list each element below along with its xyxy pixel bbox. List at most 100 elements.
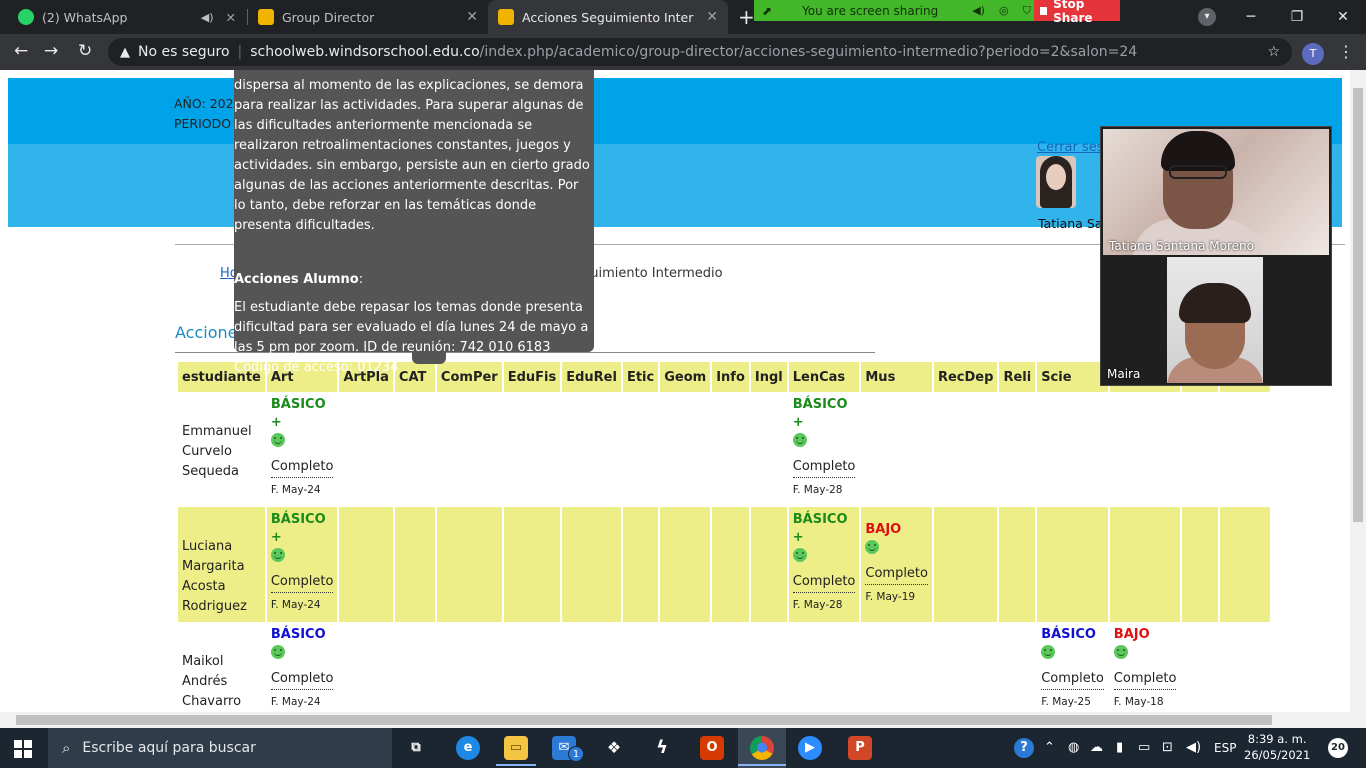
grade-cell: BÁSICO + Completo F. May-28: [788, 507, 860, 622]
smiley-face-icon[interactable]: [1113, 645, 1128, 659]
help-icon[interactable]: ?: [1014, 738, 1034, 758]
whatsapp-icon: [18, 9, 34, 25]
notification-center-icon[interactable]: 20: [1328, 738, 1348, 758]
powerpoint-icon[interactable]: P: [848, 736, 872, 760]
smiley-face-icon[interactable]: [792, 433, 807, 447]
settings-icon[interactable]: ◎: [999, 4, 1009, 17]
security-label[interactable]: No es seguro: [138, 44, 230, 60]
volume-icon[interactable]: ◀): [1186, 728, 1201, 768]
smiley-face-icon[interactable]: [865, 540, 880, 554]
bookmark-star-icon[interactable]: ☆: [1267, 44, 1280, 60]
grade-cell: [339, 392, 392, 507]
chrome-icon[interactable]: ●: [750, 736, 774, 760]
column-header: Ingl: [750, 362, 787, 392]
status-link[interactable]: Completo: [1041, 670, 1104, 690]
plus-indicator: +: [270, 415, 282, 430]
header-user-name: Tatiana Sa: [1038, 216, 1103, 231]
grade-cell: [437, 392, 502, 507]
status-link[interactable]: Completo: [270, 670, 334, 690]
reload-icon[interactable]: ↻: [78, 41, 92, 61]
zoom-icon[interactable]: ▶: [798, 736, 822, 760]
grade-cell: [1109, 507, 1181, 622]
speaker-icon[interactable]: ◀): [972, 4, 985, 17]
status-link[interactable]: Completo: [1113, 670, 1177, 690]
video-call-panel[interactable]: Tatiana Santana Moreno Maira: [1100, 126, 1332, 386]
grade-cell: [712, 392, 749, 507]
tab-acciones-seguimiento[interactable]: Acciones Seguimiento Intermedi ✕: [488, 0, 728, 34]
shield-icon: ⛉: [1022, 3, 1031, 17]
grade-cell: [437, 622, 502, 712]
performance-level: BAJO: [1113, 627, 1150, 642]
windows-start-icon[interactable]: [14, 740, 32, 758]
status-link[interactable]: Completo: [792, 458, 856, 478]
performance-level: BAJO: [865, 522, 902, 537]
grade-cell: [1220, 507, 1271, 622]
tooltip-pointer: [412, 352, 446, 364]
tab-group-director[interactable]: Group Director ✕: [248, 0, 488, 34]
office-icon[interactable]: O: [700, 736, 724, 760]
tab-whatsapp[interactable]: (2) WhatsApp ◀) ✕: [8, 0, 246, 34]
app-icon[interactable]: ϟ: [650, 736, 674, 760]
browser-menu-icon[interactable]: ⋮: [1338, 42, 1354, 61]
status-link[interactable]: Completo: [792, 573, 856, 593]
taskbar-clock[interactable]: 8:39 a. m. 26/05/2021: [1244, 731, 1310, 763]
minimize-icon[interactable]: ─: [1228, 0, 1274, 34]
windows-taskbar: ⌕ Escribe aquí para buscar ⧉ e ▭ ✉ 1 ❖ ϟ…: [0, 728, 1366, 768]
vertical-scrollbar[interactable]: [1350, 70, 1366, 712]
grade-cell: BÁSICO + Completo F. May-24: [266, 507, 338, 622]
language-indicator[interactable]: ESP: [1214, 728, 1236, 768]
grade-cell: [1110, 392, 1181, 507]
close-tab-icon[interactable]: ✕: [226, 10, 236, 25]
edge-icon[interactable]: e: [456, 736, 480, 760]
window-controls: ─ ❐ ✕: [1228, 0, 1366, 34]
close-window-icon[interactable]: ✕: [1320, 0, 1366, 34]
grade-cell: [339, 507, 393, 622]
due-date: F. May-19: [865, 591, 916, 603]
grade-cell: [1182, 622, 1218, 712]
forward-icon[interactable]: →: [44, 41, 58, 61]
search-placeholder: Escribe aquí para buscar: [82, 740, 256, 756]
close-tab-icon[interactable]: ✕: [466, 9, 478, 25]
network-icon[interactable]: ⊡: [1162, 728, 1173, 768]
status-link[interactable]: Completo: [270, 573, 334, 593]
microphone-icon[interactable]: ▮: [1116, 728, 1123, 768]
video-tile-participant-2[interactable]: [1167, 257, 1263, 383]
close-tab-icon[interactable]: ✕: [706, 9, 718, 25]
smiley-face-icon[interactable]: [792, 548, 807, 562]
meet-now-icon[interactable]: ◍: [1068, 728, 1079, 768]
back-icon[interactable]: ←: [14, 41, 28, 61]
task-view-icon[interactable]: ⧉: [404, 736, 428, 760]
file-explorer-icon[interactable]: ▭: [504, 736, 528, 760]
status-link[interactable]: Completo: [865, 565, 928, 585]
tab-search-button[interactable]: ▾: [1198, 8, 1216, 26]
share-icon: ⬈: [762, 3, 773, 18]
smiley-face-icon[interactable]: [1041, 645, 1056, 659]
grade-cell: [395, 622, 435, 712]
grade-cell: [623, 622, 658, 712]
participant-name: Tatiana Santana Moreno: [1109, 239, 1254, 253]
address-bar[interactable]: ▲ No es seguro | schoolweb.windsorschool…: [108, 38, 1292, 66]
profile-avatar[interactable]: T: [1302, 43, 1324, 65]
column-header: Geom: [660, 362, 711, 392]
logout-link[interactable]: Cerrar ses: [1037, 140, 1104, 155]
horizontal-scrollbar[interactable]: [0, 712, 1366, 728]
taskbar-search-box[interactable]: ⌕ Escribe aquí para buscar: [48, 728, 392, 768]
search-icon: ⌕: [62, 739, 71, 757]
chevron-up-icon[interactable]: ⌃: [1044, 728, 1055, 768]
dropbox-icon[interactable]: ❖: [602, 736, 626, 760]
battery-icon[interactable]: ▭: [1138, 728, 1150, 768]
status-link[interactable]: Completo: [270, 458, 334, 478]
stop-icon: [1040, 6, 1048, 15]
screen-share-banner: ⬈ You are screen sharing ◀) ◎ ⛉: [754, 0, 1034, 21]
grade-cell: [712, 622, 749, 712]
video-tile-participant-1[interactable]: Tatiana Santana Moreno: [1103, 129, 1329, 255]
restore-icon[interactable]: ❐: [1274, 0, 1320, 34]
smiley-face-icon[interactable]: [270, 548, 285, 562]
smiley-face-icon[interactable]: [270, 645, 285, 659]
new-tab-button[interactable]: +: [738, 5, 755, 29]
warning-icon[interactable]: ▲: [120, 45, 130, 60]
onedrive-icon[interactable]: ☁: [1090, 728, 1103, 768]
tab-title: Acciones Seguimiento Intermedi: [522, 9, 694, 25]
smiley-face-icon[interactable]: [270, 433, 285, 447]
stop-share-button[interactable]: Stop Share: [1034, 0, 1120, 25]
